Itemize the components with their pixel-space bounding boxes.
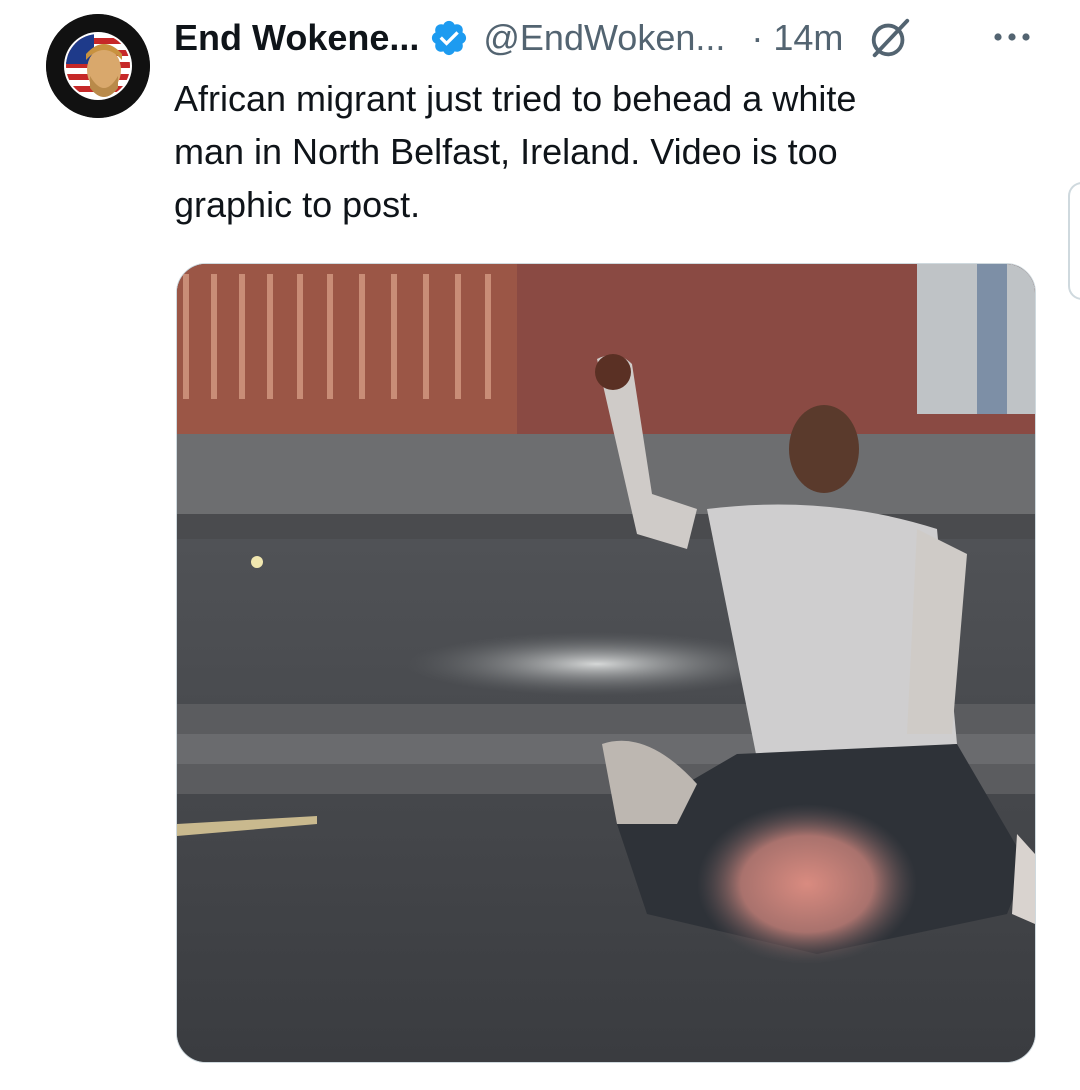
grok-icon[interactable] [867,15,913,61]
tweet-header: End Wokene... @EndWoken... · 14m [174,12,1040,64]
author-handle[interactable]: @EndWoken... [483,12,725,64]
tweet-text-line: African migrant just tried to behead a w… [174,78,857,119]
tweet-text-line: man in North Belfast, Ireland. Video is … [174,131,838,172]
scrollbar-edge[interactable] [1068,182,1080,300]
avatar[interactable] [46,14,150,118]
tweet-text: African migrant just tried to behead a w… [174,72,1004,231]
tweet[interactable]: End Wokene... @EndWoken... · 14m African… [0,0,1080,1090]
verified-badge-icon[interactable] [429,18,469,58]
timestamp[interactable]: 14m [773,12,843,64]
more-dots-icon[interactable] [990,22,1034,52]
author-name[interactable]: End Wokene... [174,12,419,64]
tweet-text-line: graphic to post. [174,184,421,225]
tweet-media-image[interactable] [176,263,1036,1063]
separator-dot: · [751,17,764,58]
